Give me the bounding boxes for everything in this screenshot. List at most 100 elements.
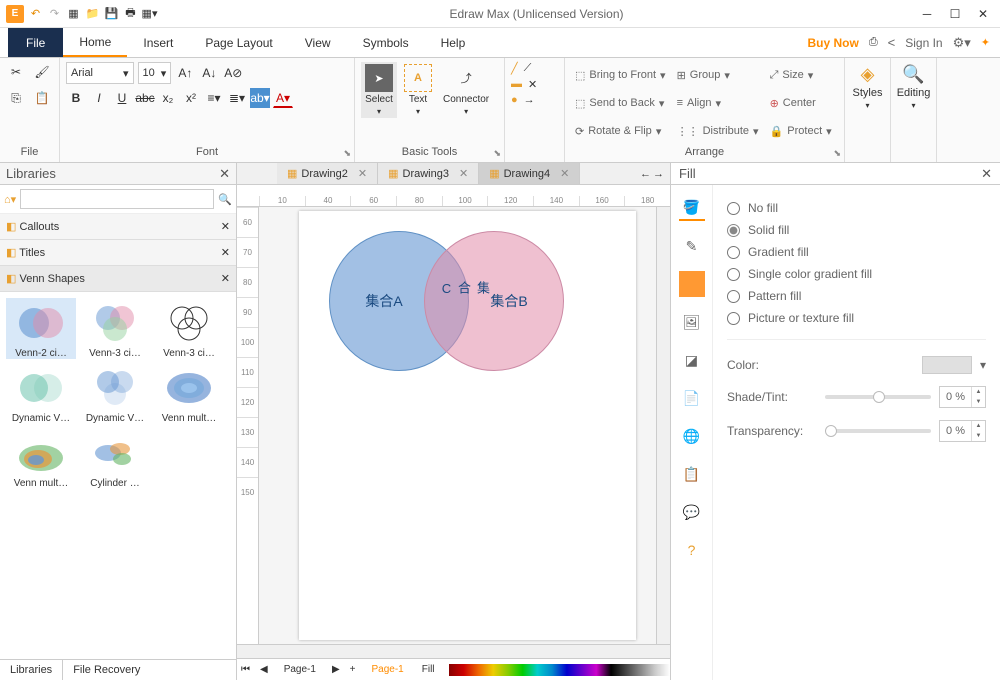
arrow-shape-icon[interactable]: → bbox=[524, 94, 535, 106]
editing-button[interactable]: 🔍 Editing▾ bbox=[897, 62, 930, 158]
center-button[interactable]: ⊕Center bbox=[766, 90, 836, 116]
cat-close-icon[interactable]: ✕ bbox=[221, 220, 230, 233]
footer-tab-recovery[interactable]: File Recovery bbox=[62, 660, 150, 680]
footer-tab-libraries[interactable]: Libraries bbox=[0, 660, 62, 680]
page-tab[interactable]: Page-1 bbox=[274, 664, 326, 675]
minimize-button[interactable]: ─ bbox=[920, 7, 934, 21]
undo-icon[interactable]: ↶ bbox=[28, 6, 43, 21]
fill-line-icon[interactable]: ✎ bbox=[679, 233, 705, 259]
distribute-button[interactable]: ⋮⋮Distribute▾ bbox=[673, 118, 763, 144]
scrollbar-horizontal[interactable] bbox=[237, 645, 670, 658]
maximize-button[interactable]: ☐ bbox=[948, 7, 962, 21]
shade-slider[interactable] bbox=[825, 395, 931, 399]
close-button[interactable]: ✕ bbox=[976, 7, 990, 21]
nav-prev-icon[interactable]: ← bbox=[640, 168, 651, 180]
color-palette-bar[interactable] bbox=[449, 664, 670, 676]
opt-single-gradient-fill[interactable]: Single color gradient fill bbox=[727, 263, 986, 285]
fill-help-icon[interactable]: ? bbox=[679, 537, 705, 563]
open-icon[interactable]: 📁 bbox=[85, 6, 100, 21]
decrease-font-icon[interactable]: A↓ bbox=[199, 63, 219, 83]
page-tab-alt[interactable]: Page-1 bbox=[362, 664, 414, 675]
freehand-icon[interactable]: ⟋ bbox=[524, 62, 532, 75]
tab-symbols[interactable]: Symbols bbox=[347, 28, 425, 57]
fill-globe-icon[interactable]: 🌐 bbox=[679, 423, 705, 449]
doc-tab[interactable]: ▦Drawing4✕ bbox=[479, 163, 580, 184]
font-name-select[interactable]: Arial▾ bbox=[66, 62, 134, 84]
bullets-icon[interactable]: ≡▾ bbox=[204, 88, 224, 108]
text-tool[interactable]: A Text ▾ bbox=[400, 62, 436, 118]
cat-titles[interactable]: ◧ Titles✕ bbox=[0, 240, 236, 266]
doc-tab[interactable]: ▦Drawing2✕ bbox=[277, 163, 378, 184]
print-icon[interactable]: 🖶 bbox=[123, 6, 138, 21]
shape-item[interactable]: Venn-3 ci… bbox=[154, 298, 224, 359]
shape-item[interactable]: Dynamic V… bbox=[80, 363, 150, 424]
send-back-button[interactable]: ⬚Send to Back▾ bbox=[571, 90, 670, 116]
color-swatch[interactable] bbox=[922, 356, 972, 374]
superscript-icon[interactable]: x² bbox=[181, 88, 201, 108]
size-button[interactable]: ⤢Size▾ bbox=[766, 62, 836, 88]
page-next-icon[interactable]: ▶ bbox=[328, 664, 344, 675]
tab-insert[interactable]: Insert bbox=[127, 28, 189, 57]
share-icon[interactable]: < bbox=[888, 35, 896, 50]
oval-icon[interactable]: ● bbox=[511, 94, 518, 106]
rect-icon[interactable]: ▬ bbox=[511, 78, 522, 91]
paste-icon[interactable]: 📋 bbox=[32, 88, 52, 108]
fill-bucket-icon[interactable]: 🪣 bbox=[679, 195, 705, 221]
shape-item[interactable]: Venn-2 ci… bbox=[6, 298, 76, 359]
fill-picture-icon[interactable]: 🖼 bbox=[679, 309, 705, 335]
file-menu[interactable]: File bbox=[8, 28, 63, 57]
styles-button[interactable]: ◈ Styles▾ bbox=[851, 62, 884, 158]
fill-comment-icon[interactable]: 💬 bbox=[679, 499, 705, 525]
bring-front-button[interactable]: ⬚Bring to Front▾ bbox=[571, 62, 670, 88]
search-icon[interactable]: 🔍 bbox=[218, 193, 232, 206]
group-button[interactable]: ⊞Group▾ bbox=[673, 62, 763, 88]
opt-gradient-fill[interactable]: Gradient fill bbox=[727, 241, 986, 263]
fill-sheet-icon[interactable]: 📄 bbox=[679, 385, 705, 411]
protect-button[interactable]: 🔒Protect▾ bbox=[766, 118, 836, 144]
subscript-icon[interactable]: x₂ bbox=[158, 88, 178, 108]
spin-down-icon[interactable]: ▼ bbox=[972, 397, 985, 407]
nav-next-icon[interactable]: → bbox=[653, 168, 664, 180]
export-icon[interactable]: ⎙ bbox=[869, 36, 878, 49]
strike-icon[interactable]: abc bbox=[135, 88, 155, 108]
tab-view[interactable]: View bbox=[289, 28, 347, 57]
opt-no-fill[interactable]: No fill bbox=[727, 197, 986, 219]
opt-picture-fill[interactable]: Picture or texture fill bbox=[727, 307, 986, 329]
align-button[interactable]: ≡Align▾ bbox=[673, 90, 763, 116]
tab-home[interactable]: Home bbox=[63, 28, 127, 57]
arrange-dialog-launcher[interactable]: ⬊ bbox=[833, 148, 841, 159]
gear-icon[interactable]: ⚙▾ bbox=[953, 35, 971, 51]
spin-up-icon[interactable]: ▲ bbox=[972, 421, 985, 431]
delete-shape-icon[interactable]: ✕ bbox=[528, 78, 537, 91]
sign-in-link[interactable]: Sign In bbox=[905, 36, 942, 50]
shape-item[interactable]: Cylinder … bbox=[80, 428, 150, 489]
shade-value[interactable]: 0 % bbox=[940, 391, 971, 403]
tools-dialog-launcher[interactable]: ⬊ bbox=[493, 148, 501, 159]
redo-icon[interactable]: ↷ bbox=[47, 6, 62, 21]
format-painter-icon[interactable]: 🖌 bbox=[32, 62, 52, 82]
buy-now-link[interactable]: Buy Now bbox=[807, 36, 858, 50]
italic-icon[interactable]: I bbox=[89, 88, 109, 108]
color-dropdown-icon[interactable]: ▾ bbox=[980, 358, 986, 372]
underline-icon[interactable]: U bbox=[112, 88, 132, 108]
spin-down-icon[interactable]: ▼ bbox=[972, 431, 985, 441]
options-icon[interactable]: ▦▾ bbox=[142, 6, 157, 21]
font-dialog-launcher[interactable]: ⬊ bbox=[343, 148, 351, 159]
save-icon[interactable]: 💾 bbox=[104, 6, 119, 21]
scrollbar-vertical[interactable] bbox=[656, 207, 670, 644]
opt-pattern-fill[interactable]: Pattern fill bbox=[727, 285, 986, 307]
copy-icon[interactable]: ⎘ bbox=[6, 88, 26, 108]
tab-help[interactable]: Help bbox=[425, 28, 482, 57]
library-search-input[interactable] bbox=[20, 189, 214, 209]
increase-font-icon[interactable]: A↑ bbox=[175, 63, 195, 83]
tab-close-icon[interactable]: ✕ bbox=[560, 167, 569, 180]
fill-close-icon[interactable]: ✕ bbox=[981, 166, 992, 182]
line-icon[interactable]: ╱ bbox=[511, 62, 518, 75]
tab-close-icon[interactable]: ✕ bbox=[459, 167, 468, 180]
canvas[interactable]: 集合A 集合B 集合C bbox=[299, 211, 636, 640]
transparency-value[interactable]: 0 % bbox=[940, 425, 971, 437]
cat-venn[interactable]: ◧ Venn Shapes✕ bbox=[0, 266, 236, 292]
fill-doc-icon[interactable]: 📋 bbox=[679, 461, 705, 487]
cut-icon[interactable]: ✂ bbox=[6, 62, 26, 82]
fill-solid-icon[interactable] bbox=[679, 271, 705, 297]
